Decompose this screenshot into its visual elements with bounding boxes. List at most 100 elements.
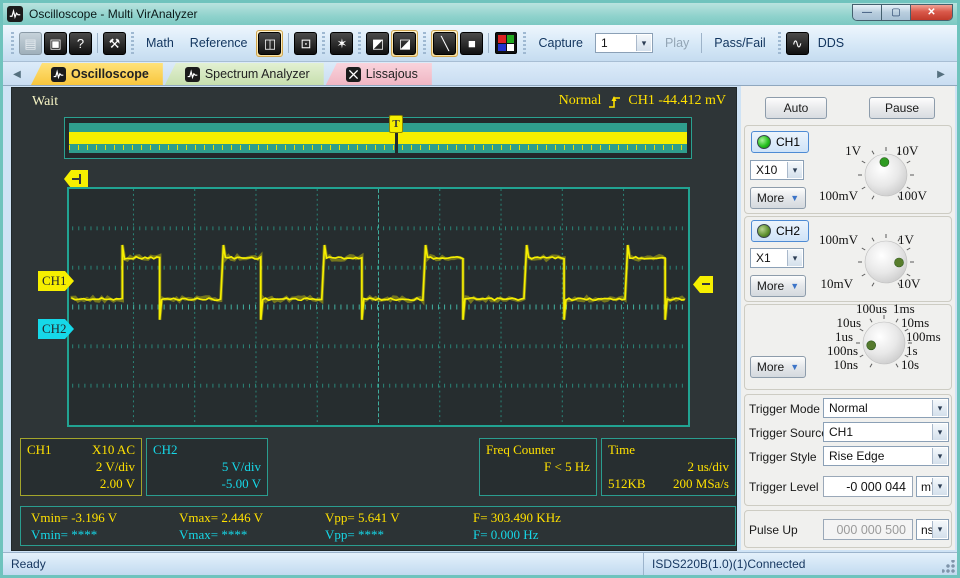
maximize-button[interactable]: ▢ bbox=[882, 5, 911, 20]
main-content: Wait Normal CH1 -44.412 mV T bbox=[3, 86, 957, 552]
chevron-down-icon: ▾ bbox=[932, 521, 947, 538]
chevron-down-icon: ▼ bbox=[790, 193, 799, 203]
ch1-enable-button[interactable]: CH1 bbox=[751, 131, 809, 153]
knob-scale-label: 10s bbox=[901, 357, 919, 373]
chevron-down-icon: ▾ bbox=[932, 424, 947, 440]
measurement-value: Vpp= 5.641 V bbox=[325, 509, 473, 526]
dds-icon[interactable]: ∿ bbox=[786, 32, 809, 55]
tab-oscilloscope[interactable]: Oscilloscope bbox=[31, 63, 163, 85]
lissajous-icon bbox=[346, 67, 361, 82]
measurement-value: Vmax= 2.446 V bbox=[179, 509, 325, 526]
close-button[interactable]: ✕ bbox=[911, 5, 952, 20]
pulse-width-input[interactable] bbox=[823, 519, 913, 540]
knob-scale-label: 1V bbox=[845, 143, 861, 159]
full-frame-icon[interactable]: ⊡ bbox=[294, 32, 317, 55]
trigger-position-flag[interactable]: T bbox=[389, 115, 403, 133]
measurements-panel: Vmin= -3.196 V Vmax= 2.446 V Vpp= 5.641 … bbox=[20, 506, 736, 546]
status-bar: Ready ISDS220B(1.0)(1)Connected bbox=[3, 552, 957, 575]
measurement-value: Vmin= -3.196 V bbox=[31, 509, 179, 526]
trigger-source-label: Trigger Source bbox=[749, 426, 828, 440]
ch2-more-button[interactable]: More▼ bbox=[750, 275, 806, 297]
timeline-trace bbox=[69, 132, 687, 144]
ch2-volts-knob[interactable] bbox=[831, 217, 941, 307]
toolbar-grip bbox=[358, 32, 361, 54]
play-button[interactable]: Play bbox=[657, 36, 697, 50]
tab-scroll-left-icon[interactable]: ◀ bbox=[9, 65, 25, 83]
autoset-center-icon[interactable]: ✶ bbox=[330, 32, 353, 55]
ch1-probe-select[interactable]: X10▾ bbox=[750, 160, 804, 180]
point-draw-icon[interactable]: ■ bbox=[460, 32, 483, 55]
ch1-more-button[interactable]: More▼ bbox=[750, 187, 806, 209]
math-button[interactable]: Math bbox=[138, 36, 182, 50]
panel-view-selected-icon[interactable]: ◪ bbox=[393, 32, 416, 55]
horizontal-position-marker[interactable] bbox=[64, 170, 88, 188]
knob-scale-label: 10V bbox=[896, 143, 918, 159]
trigger-level-input[interactable] bbox=[823, 476, 913, 497]
split-view-icon[interactable]: ◫ bbox=[258, 32, 281, 55]
tab-lissajous[interactable]: Lissajous bbox=[326, 63, 432, 85]
status-text: Ready bbox=[3, 557, 46, 571]
tab-scroll-right-icon[interactable]: ▶ bbox=[933, 65, 949, 83]
color-palette-icon[interactable] bbox=[495, 32, 517, 54]
toolbar-grip bbox=[423, 32, 426, 54]
tools-icon[interactable]: ⚒ bbox=[103, 32, 126, 55]
chevron-down-icon: ▾ bbox=[787, 162, 802, 178]
line-draw-icon[interactable]: ╲ bbox=[433, 32, 456, 55]
help-icon[interactable]: ? bbox=[69, 32, 92, 55]
capture-label: Capture bbox=[530, 36, 590, 50]
measurement-value: Vmin= **** bbox=[31, 526, 179, 543]
ch1-info-panel: CH1X10 AC 2 V/div 2.00 V bbox=[20, 438, 142, 496]
reference-button[interactable]: Reference bbox=[182, 36, 256, 50]
device-status: ISDS220B(1.0)(1)Connected bbox=[643, 553, 805, 575]
knob-scale-label: 100mV bbox=[819, 232, 858, 248]
app-icon bbox=[7, 6, 23, 22]
waveform-plot[interactable] bbox=[67, 187, 690, 427]
panel-view-icon[interactable]: ◩ bbox=[366, 32, 389, 55]
measurement-value: Vpp= **** bbox=[325, 526, 473, 543]
toolbar-grip bbox=[523, 32, 526, 54]
measurement-value: Vmax= **** bbox=[179, 526, 325, 543]
toolbar-grip bbox=[131, 32, 134, 54]
ch1-led-icon bbox=[757, 135, 771, 149]
ch2-enable-button[interactable]: CH2 bbox=[751, 220, 809, 242]
trigger-source-select[interactable]: CH1▾ bbox=[823, 422, 949, 442]
chevron-down-icon: ▾ bbox=[932, 478, 947, 495]
minimize-button[interactable]: — bbox=[853, 5, 882, 20]
tab-spectrum-analyzer[interactable]: Spectrum Analyzer bbox=[165, 63, 324, 85]
auto-button[interactable]: Auto bbox=[765, 97, 827, 119]
save-icon[interactable]: ▤ bbox=[19, 32, 42, 55]
knob-scale-label: 100V bbox=[898, 188, 927, 204]
waveform-icon bbox=[185, 67, 200, 82]
timeline-overview[interactable]: T bbox=[64, 117, 692, 159]
trigger-level-unit-select[interactable]: mV▾ bbox=[916, 476, 949, 497]
toolbar-grip bbox=[11, 32, 14, 54]
measurement-value: F= 0.000 Hz bbox=[473, 526, 725, 543]
measurement-value: F= 303.490 KHz bbox=[473, 509, 725, 526]
knob-scale-label: 10ns bbox=[833, 357, 858, 373]
chevron-down-icon: ▾ bbox=[787, 250, 802, 266]
toolbar: ▤ ▣ ? ⚒ Math Reference ◫ ⊡ ✶ ◩ ◪ ╲ ■ Cap… bbox=[3, 25, 957, 62]
trigger-mode-label: Trigger Mode bbox=[749, 402, 820, 416]
trigger-mode-select[interactable]: Normal▾ bbox=[823, 398, 949, 418]
pass-fail-button[interactable]: Pass/Fail bbox=[706, 36, 773, 50]
trigger-level-marker[interactable] bbox=[693, 276, 713, 293]
pulse-up-label: Pulse Up bbox=[749, 523, 798, 537]
pulse-unit-select[interactable]: ns▾ bbox=[916, 519, 949, 540]
timebase-more-button[interactable]: More▼ bbox=[750, 356, 806, 378]
chevron-down-icon: ▾ bbox=[932, 400, 947, 416]
app-window: Oscilloscope - Multi VirAnalyzer — ▢ ✕ ▤… bbox=[0, 0, 960, 578]
freq-counter-panel: Freq Counter F < 5 Hz bbox=[479, 438, 597, 496]
acquisition-status: Wait bbox=[32, 94, 58, 110]
window-title: Oscilloscope - Multi VirAnalyzer bbox=[29, 7, 198, 21]
ch2-probe-select[interactable]: X1▾ bbox=[750, 248, 804, 268]
knob-scale-label: 10mV bbox=[821, 276, 854, 292]
dds-button[interactable]: DDS bbox=[810, 36, 852, 50]
trigger-style-select[interactable]: Rise Edge▾ bbox=[823, 446, 949, 466]
screen-capture-icon[interactable]: ▣ bbox=[44, 32, 67, 55]
pause-button[interactable]: Pause bbox=[869, 97, 935, 119]
knob-scale-label: 10V bbox=[898, 276, 920, 292]
capture-count-select[interactable]: 1 ▾ bbox=[595, 33, 653, 53]
resize-grip[interactable] bbox=[942, 560, 955, 573]
scope-display: Wait Normal CH1 -44.412 mV T bbox=[11, 87, 737, 551]
ch2-led-icon bbox=[757, 224, 771, 238]
